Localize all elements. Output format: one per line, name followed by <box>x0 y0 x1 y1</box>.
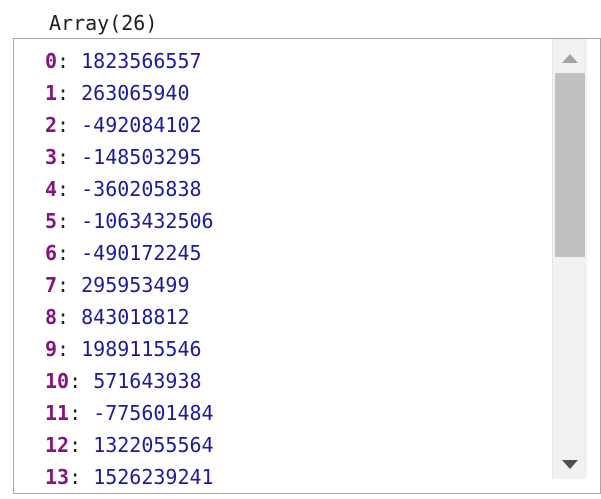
array-index: 13 <box>45 465 70 489</box>
scroll-down-button[interactable] <box>553 449 587 479</box>
array-item: 11: -775601484 <box>45 397 214 429</box>
array-index: 0 <box>45 49 58 73</box>
scroll-up-button[interactable] <box>553 43 587 73</box>
array-panel: 0: 1823566557 1: 263065940 2: -492084102… <box>13 38 601 494</box>
triangle-up-icon <box>562 53 578 63</box>
array-header[interactable]: Array(26) <box>49 10 157 36</box>
triangle-down-icon <box>562 459 578 469</box>
separator: : <box>57 49 82 73</box>
array-index: 12 <box>45 433 70 457</box>
array-value: -775601484 <box>93 401 214 425</box>
array-index: 11 <box>45 401 70 425</box>
array-index: 9 <box>45 337 58 361</box>
vertical-scrollbar[interactable] <box>552 39 587 479</box>
array-value: 1322055564 <box>93 433 214 457</box>
separator: : <box>57 81 82 105</box>
array-value: 843018812 <box>81 305 190 329</box>
array-value: 263065940 <box>81 81 190 105</box>
array-index: 2 <box>45 113 58 137</box>
array-value: 571643938 <box>93 369 202 393</box>
array-item: 13: 1526239241 <box>45 461 214 493</box>
array-item: 6: -490172245 <box>45 237 214 269</box>
scrollbar-thumb[interactable] <box>555 73 585 257</box>
array-item: 0: 1823566557 <box>45 45 214 77</box>
array-index: 3 <box>45 145 58 169</box>
separator: : <box>57 273 82 297</box>
array-item-list: 0: 1823566557 1: 263065940 2: -492084102… <box>45 45 214 493</box>
array-item: 5: -1063432506 <box>45 205 214 237</box>
array-item: 2: -492084102 <box>45 109 214 141</box>
array-item: 12: 1322055564 <box>45 429 214 461</box>
array-item: 8: 843018812 <box>45 301 214 333</box>
array-value: 1989115546 <box>81 337 202 361</box>
array-value: 1823566557 <box>81 49 202 73</box>
separator: : <box>57 113 82 137</box>
array-index: 5 <box>45 209 58 233</box>
array-item: 3: -148503295 <box>45 141 214 173</box>
separator: : <box>69 433 94 457</box>
array-index: 6 <box>45 241 58 265</box>
array-index: 8 <box>45 305 58 329</box>
console-output: Array(26) 0: 1823566557 1: 263065940 2: … <box>0 0 601 499</box>
separator: : <box>69 465 94 489</box>
array-index: 1 <box>45 81 58 105</box>
array-value: 295953499 <box>81 273 190 297</box>
array-item: 4: -360205838 <box>45 173 214 205</box>
array-value: -1063432506 <box>81 209 214 233</box>
separator: : <box>57 241 82 265</box>
array-item: 9: 1989115546 <box>45 333 214 365</box>
separator: : <box>69 401 94 425</box>
array-value: -490172245 <box>81 241 202 265</box>
separator: : <box>57 209 82 233</box>
array-index: 7 <box>45 273 58 297</box>
separator: : <box>57 145 82 169</box>
separator: : <box>57 337 82 361</box>
array-item: 1: 263065940 <box>45 77 214 109</box>
array-item: 7: 295953499 <box>45 269 214 301</box>
separator: : <box>57 177 82 201</box>
array-index: 10 <box>45 369 70 393</box>
array-index: 4 <box>45 177 58 201</box>
array-item: 10: 571643938 <box>45 365 214 397</box>
separator: : <box>57 305 82 329</box>
array-value: -148503295 <box>81 145 202 169</box>
array-value: -360205838 <box>81 177 202 201</box>
array-value: 1526239241 <box>93 465 214 489</box>
separator: : <box>69 369 94 393</box>
array-value: -492084102 <box>81 113 202 137</box>
